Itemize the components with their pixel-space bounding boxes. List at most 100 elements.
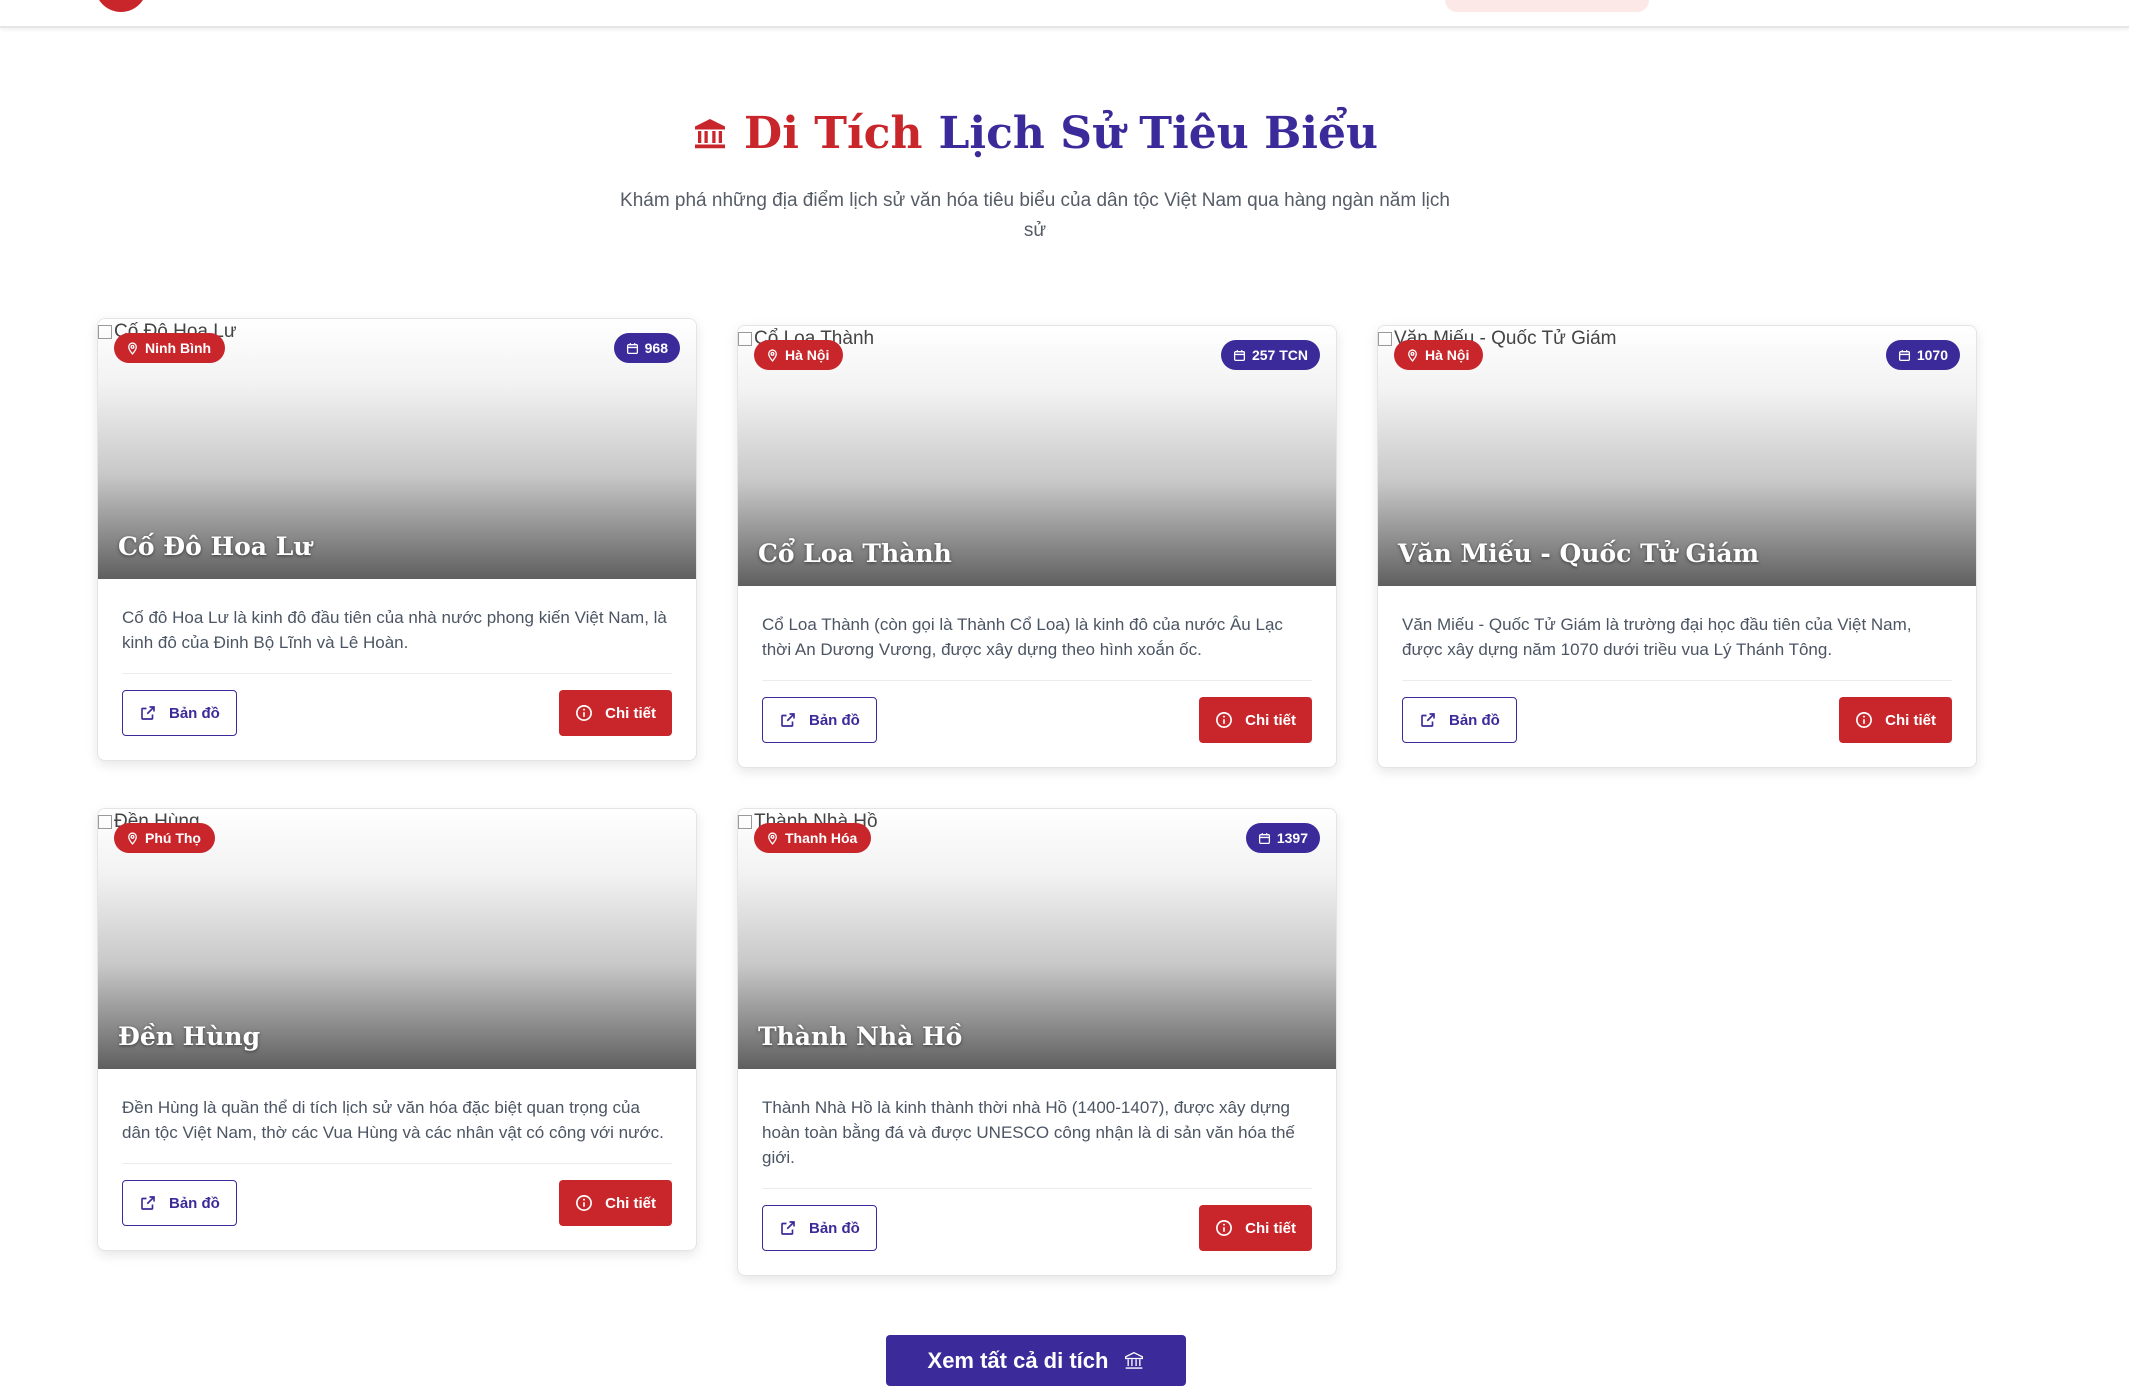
detail-button-label: Chi tiết [1245, 711, 1296, 729]
card-body: Cổ Loa Thành (còn gọi là Thành Cổ Loa) l… [738, 586, 1336, 767]
year-badge: 1070 [1885, 340, 1960, 370]
detail-button[interactable]: Chi tiết [559, 1180, 672, 1226]
card-body: Thành Nhà Hồ là kinh thành thời nhà Hồ (… [738, 1069, 1336, 1275]
year-badge: 1397 [1245, 823, 1320, 853]
view-all-monuments-button[interactable]: Xem tất cả di tích [886, 1335, 1186, 1386]
title-part-2: Lịch Sử Tiêu Biểu [938, 108, 1378, 159]
card-title: Văn Miếu - Quốc Tử Giám [1398, 539, 1760, 568]
broken-image-icon [98, 325, 112, 339]
calendar-icon [1233, 349, 1245, 361]
map-button-label: Bản đồ [169, 704, 220, 722]
card-actions: Bản đồ Chi tiết [122, 674, 672, 760]
card-body: Cố đô Hoa Lư là kinh đô đầu tiên của nhà… [98, 579, 696, 760]
detail-button[interactable]: Chi tiết [1839, 697, 1952, 743]
location-pin-icon [1408, 348, 1417, 362]
info-icon [1216, 1220, 1233, 1236]
map-button[interactable]: Bản đồ [122, 1180, 237, 1226]
section-title: Di Tích Lịch Sử Tiêu Biểu [692, 108, 1378, 159]
broken-image-icon [1378, 332, 1392, 346]
map-button-label: Bản đồ [1449, 711, 1500, 729]
location-text: Hà Nội [785, 347, 830, 363]
card-description: Cổ Loa Thành (còn gọi là Thành Cổ Loa) l… [762, 615, 1283, 659]
card-image: Đền Hùng Phú Thọ Đền Hùng [98, 809, 696, 1069]
card-title: Thành Nhà Hồ [758, 1022, 963, 1051]
card-description: Cố đô Hoa Lư là kinh đô đầu tiên của nhà… [122, 608, 667, 652]
detail-button[interactable]: Chi tiết [1199, 697, 1312, 743]
detail-button-label: Chi tiết [605, 1194, 656, 1212]
location-text: Ninh Bình [145, 340, 212, 356]
year-badge: 968 [613, 333, 680, 363]
location-pin-icon [768, 831, 777, 845]
detail-button-label: Chi tiết [1885, 711, 1936, 729]
detail-button[interactable]: Chi tiết [1199, 1205, 1312, 1251]
calendar-icon [1898, 349, 1910, 361]
monument-card: Cố Đô Hoa Lư Ninh Bình 968 Cố Đô Hoa Lư … [97, 318, 697, 761]
location-badge: Ninh Bình [114, 333, 226, 363]
external-link-icon [141, 706, 155, 720]
year-text: 1397 [1276, 830, 1308, 846]
map-button-label: Bản đồ [809, 711, 860, 729]
card-title: Cổ Loa Thành [758, 539, 952, 568]
card-image: Thành Nhà Hồ Thanh Hóa 1397 Thành Nhà Hồ [738, 809, 1336, 1069]
monument-card: Văn Miếu - Quốc Tử Giám Hà Nội 1070 Văn … [1377, 325, 1977, 768]
map-button[interactable]: Bản đồ [762, 697, 877, 743]
location-badge: Phú Thọ [114, 823, 215, 853]
card-actions: Bản đồ Chi tiết [762, 1189, 1312, 1275]
site-logo[interactable] [95, 0, 147, 12]
location-badge: Hà Nội [1394, 340, 1484, 370]
card-title: Cố Đô Hoa Lư [118, 532, 312, 561]
location-pin-icon [128, 341, 137, 355]
section-header: Di Tích Lịch Sử Tiêu Biểu [0, 108, 2070, 159]
card-actions: Bản đồ Chi tiết [122, 1164, 672, 1250]
card-actions: Bản đồ Chi tiết [762, 681, 1312, 767]
external-link-icon [141, 1196, 155, 1210]
nav-active-pill[interactable] [1445, 0, 1649, 12]
museum-icon [1125, 1351, 1144, 1369]
location-badge: Hà Nội [754, 340, 844, 370]
year-text: 968 [644, 340, 668, 356]
card-image: Văn Miếu - Quốc Tử Giám Hà Nội 1070 Văn … [1378, 326, 1976, 586]
card-actions: Bản đồ Chi tiết [1402, 681, 1952, 767]
info-icon [576, 705, 593, 721]
monument-card: Thành Nhà Hồ Thanh Hóa 1397 Thành Nhà Hồ… [737, 808, 1337, 1276]
card-description: Thành Nhà Hồ là kinh thành thời nhà Hồ (… [762, 1098, 1295, 1167]
detail-button-label: Chi tiết [1245, 1219, 1296, 1237]
card-body: Đền Hùng là quần thể di tích lịch sử văn… [98, 1069, 696, 1250]
location-pin-icon [768, 348, 777, 362]
year-text: 257 TCN [1251, 347, 1308, 363]
monument-card: Đền Hùng Phú Thọ Đền Hùng Đền Hùng là qu… [97, 808, 697, 1251]
map-button[interactable]: Bản đồ [1402, 697, 1517, 743]
broken-image-icon [738, 815, 752, 829]
external-link-icon [781, 713, 795, 727]
cta-label: Xem tất cả di tích [927, 1347, 1109, 1373]
card-description: Đền Hùng là quần thể di tích lịch sử văn… [122, 1098, 664, 1142]
card-description: Văn Miếu - Quốc Tử Giám là trường đại họ… [1402, 615, 1912, 659]
detail-button[interactable]: Chi tiết [559, 690, 672, 736]
card-image: Cố Đô Hoa Lư Ninh Bình 968 Cố Đô Hoa Lư [98, 319, 696, 579]
location-text: Phú Thọ [145, 830, 201, 846]
card-body: Văn Miếu - Quốc Tử Giám là trường đại họ… [1378, 586, 1976, 767]
broken-image-icon [738, 332, 752, 346]
section-subtitle: Khám phá những địa điểm lịch sử văn hóa … [620, 190, 1450, 241]
year-badge: 257 TCN [1220, 340, 1320, 370]
calendar-icon [1258, 832, 1270, 844]
museum-icon [695, 118, 726, 148]
year-text: 1070 [1916, 347, 1948, 363]
location-text: Hà Nội [1425, 347, 1470, 363]
external-link-icon [781, 1221, 795, 1235]
location-badge: Thanh Hóa [754, 823, 872, 853]
detail-button-label: Chi tiết [605, 704, 656, 722]
map-button[interactable]: Bản đồ [122, 690, 237, 736]
broken-image-icon [98, 815, 112, 829]
map-button[interactable]: Bản đồ [762, 1205, 877, 1251]
title-part-1: Di Tích [744, 108, 923, 159]
location-pin-icon [128, 831, 137, 845]
top-navbar [0, 0, 2129, 28]
map-button-label: Bản đồ [169, 1194, 220, 1212]
monument-card: Cổ Loa Thành Hà Nội 257 TCN Cổ Loa Thành… [737, 325, 1337, 768]
calendar-icon [626, 342, 638, 354]
external-link-icon [1421, 713, 1435, 727]
map-button-label: Bản đồ [809, 1219, 860, 1237]
card-title: Đền Hùng [118, 1022, 261, 1051]
info-icon [1856, 712, 1873, 728]
